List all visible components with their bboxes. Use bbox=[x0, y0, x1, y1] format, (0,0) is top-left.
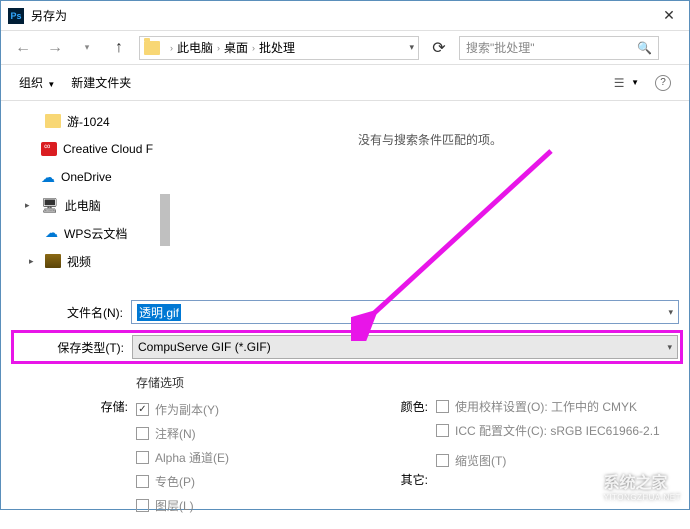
option-as-copy[interactable]: 作为副本(Y) bbox=[136, 401, 376, 419]
navbar: ← → ▾ ↑ › 此电脑 › 桌面 › 批处理 ▾ ⟳ 搜索"批处理" 🔍 bbox=[1, 31, 689, 65]
pc-icon: 🖥 bbox=[41, 197, 59, 214]
cloud-icon: ☁ bbox=[45, 225, 58, 241]
content-area: 游-1024 Creative Cloud F ☁ OneDrive ▸ 🖥 此电… bbox=[1, 101, 689, 296]
filetype-row: 保存类型(T): CompuServe GIF (*.GIF) ▾ bbox=[16, 335, 678, 359]
search-placeholder: 搜索"批处理" bbox=[466, 39, 637, 56]
checkbox-icon[interactable] bbox=[436, 400, 449, 413]
checkbox-icon[interactable] bbox=[436, 424, 449, 437]
filetype-select[interactable]: CompuServe GIF (*.GIF) ▾ bbox=[132, 335, 678, 359]
help-icon[interactable]: ? bbox=[655, 75, 671, 91]
save-options: 存储: 存储选项 作为副本(Y) 注释(N) Alpha 通道(E) 专色(P)… bbox=[1, 366, 689, 529]
watermark-url: YITONGZHUA.NET bbox=[603, 493, 681, 502]
new-folder-button[interactable]: 新建文件夹 bbox=[71, 74, 131, 91]
filetype-value: CompuServe GIF (*.GIF) bbox=[138, 340, 271, 354]
watermark-logo bbox=[557, 467, 597, 503]
search-icon: 🔍 bbox=[637, 41, 652, 55]
back-icon[interactable]: ← bbox=[11, 36, 35, 60]
view-icon: ☰ bbox=[608, 72, 630, 94]
option-alpha[interactable]: Alpha 通道(E) bbox=[136, 449, 376, 467]
checkbox-icon[interactable] bbox=[136, 451, 149, 464]
creative-cloud-icon bbox=[41, 142, 57, 156]
sidebar-item[interactable]: ☁ OneDrive bbox=[1, 165, 171, 189]
sidebar-item[interactable]: ▸ 🖥 此电脑 bbox=[1, 193, 171, 217]
breadcrumb[interactable]: › 此电脑 › 桌面 › 批处理 ▾ bbox=[139, 36, 419, 60]
other-label: 其它: bbox=[376, 471, 428, 488]
option-proof[interactable]: 使用校样设置(O): 工作中的 CMYK bbox=[436, 398, 679, 416]
breadcrumb-part[interactable]: 批处理 bbox=[259, 39, 295, 56]
organize-button[interactable]: 组织 ▼ bbox=[19, 74, 55, 91]
empty-message: 没有与搜索条件匹配的项。 bbox=[358, 133, 502, 147]
view-button[interactable]: ☰ ▼ bbox=[608, 72, 639, 94]
forward-icon: → bbox=[43, 36, 67, 60]
sidebar: 游-1024 Creative Cloud F ☁ OneDrive ▸ 🖥 此电… bbox=[1, 101, 171, 296]
sidebar-item-label: 游-1024 bbox=[67, 113, 110, 130]
refresh-icon[interactable]: ⟳ bbox=[427, 36, 451, 60]
sidebar-item[interactable]: ▸ 视频 bbox=[1, 249, 171, 273]
checkbox-icon[interactable] bbox=[436, 454, 449, 467]
filename-label: 文件名(N): bbox=[1, 304, 131, 321]
chevron-right-icon: › bbox=[252, 43, 255, 53]
option-notes[interactable]: 注释(N) bbox=[136, 425, 376, 443]
expand-icon[interactable]: ▸ bbox=[29, 256, 39, 267]
sidebar-item-label: WPS云文档 bbox=[64, 225, 127, 242]
store-label: 存储: bbox=[11, 398, 128, 415]
folder-icon bbox=[45, 114, 61, 128]
annotation-highlight: 保存类型(T): CompuServe GIF (*.GIF) ▾ bbox=[11, 330, 683, 364]
toolbar: 组织 ▼ 新建文件夹 ☰ ▼ ? bbox=[1, 65, 689, 101]
sidebar-item[interactable]: ☁ WPS云文档 bbox=[1, 221, 171, 245]
breadcrumb-part[interactable]: 此电脑 bbox=[177, 39, 213, 56]
filename-row: 文件名(N): 透明.gif ▾ bbox=[1, 296, 689, 328]
checkbox-icon[interactable] bbox=[136, 427, 149, 440]
sidebar-item-label: OneDrive bbox=[61, 170, 112, 184]
up-icon[interactable]: ↑ bbox=[107, 36, 131, 60]
recent-dropdown-icon[interactable]: ▾ bbox=[75, 36, 99, 60]
watermark-brand: 系统之家 bbox=[603, 469, 681, 493]
sidebar-item[interactable]: Creative Cloud F bbox=[1, 137, 171, 161]
option-layers[interactable]: 图层(L) bbox=[136, 497, 376, 515]
window-title: 另存为 bbox=[31, 7, 649, 24]
options-header: 存储选项 bbox=[136, 374, 376, 391]
sidebar-item-label: 视频 bbox=[67, 253, 91, 270]
file-list: 没有与搜索条件匹配的项。 bbox=[171, 101, 689, 296]
option-spot[interactable]: 专色(P) bbox=[136, 473, 376, 491]
titlebar: Ps 另存为 ✕ bbox=[1, 1, 689, 31]
video-icon bbox=[45, 254, 61, 268]
watermark: 系统之家 YITONGZHUA.NET bbox=[557, 467, 681, 503]
filename-value: 透明.gif bbox=[137, 304, 181, 321]
checkbox-icon[interactable] bbox=[136, 475, 149, 488]
chevron-down-icon[interactable]: ▾ bbox=[409, 42, 414, 53]
chevron-down-icon: ▼ bbox=[47, 80, 55, 89]
cloud-icon: ☁ bbox=[41, 169, 55, 186]
filename-input[interactable]: 透明.gif ▾ bbox=[131, 300, 679, 324]
chevron-down-icon[interactable]: ▾ bbox=[667, 342, 672, 353]
sidebar-item-label: Creative Cloud F bbox=[63, 142, 153, 156]
chevron-right-icon: › bbox=[170, 43, 173, 53]
folder-icon bbox=[144, 41, 160, 55]
sidebar-item[interactable]: 游-1024 bbox=[1, 109, 171, 133]
breadcrumb-part[interactable]: 桌面 bbox=[224, 39, 248, 56]
filetype-label: 保存类型(T): bbox=[16, 339, 132, 356]
close-button[interactable]: ✕ bbox=[649, 1, 689, 31]
chevron-down-icon[interactable]: ▾ bbox=[668, 307, 673, 318]
checkbox-icon[interactable] bbox=[136, 403, 149, 416]
expand-icon[interactable]: ▸ bbox=[25, 200, 35, 211]
sidebar-item-label: 此电脑 bbox=[65, 197, 101, 214]
chevron-right-icon: › bbox=[217, 43, 220, 53]
app-icon: Ps bbox=[8, 8, 24, 24]
scrollbar-thumb[interactable] bbox=[160, 194, 170, 246]
checkbox-icon[interactable] bbox=[136, 499, 149, 512]
color-label: 颜色: bbox=[376, 398, 428, 415]
option-icc[interactable]: ICC 配置文件(C): sRGB IEC61966-2.1 bbox=[436, 422, 679, 440]
search-input[interactable]: 搜索"批处理" 🔍 bbox=[459, 36, 659, 60]
chevron-down-icon: ▼ bbox=[631, 78, 639, 87]
